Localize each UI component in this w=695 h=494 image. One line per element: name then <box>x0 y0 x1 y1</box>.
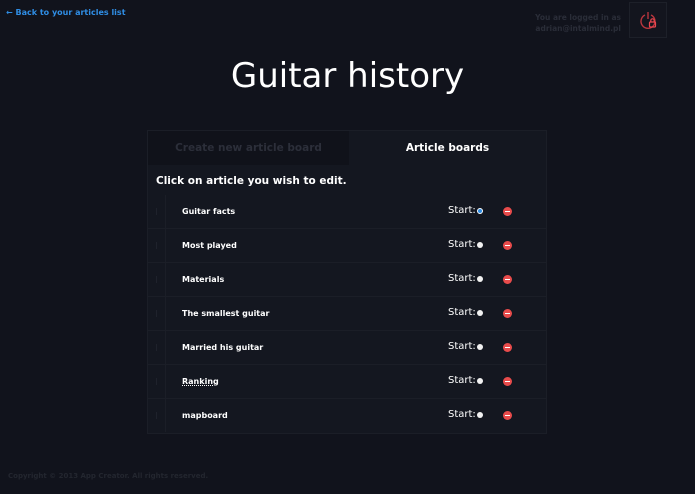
tab-bar: Create new article board Article boards <box>148 131 546 165</box>
drag-handle-icon[interactable] <box>148 263 166 296</box>
tab-create-new-article-board[interactable]: Create new article board <box>148 131 349 165</box>
article-row[interactable]: The smallest guitar Start: <box>148 297 546 331</box>
login-info: You are logged in as adrian@intalmind.pl <box>535 12 621 34</box>
article-row[interactable]: Married his guitar Start: <box>148 331 546 365</box>
article-title[interactable]: The smallest guitar <box>182 309 269 318</box>
delete-icon[interactable] <box>503 241 512 250</box>
article-row[interactable]: Most played Start: <box>148 229 546 263</box>
start-radio[interactable] <box>477 208 483 214</box>
login-label: You are logged in as <box>535 13 621 22</box>
start-label: Start: <box>448 205 476 216</box>
delete-icon[interactable] <box>503 309 512 318</box>
page-title: Guitar history <box>230 56 465 96</box>
delete-icon[interactable] <box>503 207 512 216</box>
start-label: Start: <box>448 341 476 352</box>
start-label: Start: <box>448 375 476 386</box>
start-label: Start: <box>448 239 476 250</box>
drag-handle-icon[interactable] <box>148 297 166 330</box>
article-title[interactable]: Ranking <box>182 377 219 386</box>
copyright-footer: Copyright © 2013 App Creator. All rights… <box>8 472 209 480</box>
tab-article-boards[interactable]: Article boards <box>349 131 546 165</box>
article-panel: Create new article board Article boards … <box>147 130 547 434</box>
start-radio[interactable] <box>477 310 483 316</box>
drag-handle-icon[interactable] <box>148 399 166 432</box>
drag-handle-icon[interactable] <box>148 331 166 364</box>
article-title[interactable]: Most played <box>182 241 237 250</box>
login-email: adrian@intalmind.pl <box>535 24 621 33</box>
delete-icon[interactable] <box>503 275 512 284</box>
article-title[interactable]: Materials <box>182 275 224 284</box>
article-row[interactable]: Materials Start: <box>148 263 546 297</box>
start-radio[interactable] <box>477 276 483 282</box>
article-row[interactable]: Ranking Start: <box>148 365 546 399</box>
logout-button[interactable] <box>629 2 667 38</box>
start-radio[interactable] <box>477 378 483 384</box>
article-title[interactable]: mapboard <box>182 411 228 420</box>
article-title[interactable]: Married his guitar <box>182 343 263 352</box>
start-label: Start: <box>448 273 476 284</box>
start-label: Start: <box>448 307 476 318</box>
drag-handle-icon[interactable] <box>148 365 166 398</box>
start-radio[interactable] <box>477 242 483 248</box>
power-lock-icon <box>640 12 657 30</box>
article-row[interactable]: mapboard Start: <box>148 399 546 433</box>
article-row[interactable]: Guitar facts Start: <box>148 195 546 229</box>
start-radio[interactable] <box>477 344 483 350</box>
drag-handle-icon[interactable] <box>148 229 166 262</box>
instruction-text: Click on article you wish to edit. <box>156 175 347 187</box>
article-title[interactable]: Guitar facts <box>182 207 235 216</box>
drag-handle-icon[interactable] <box>148 195 166 228</box>
start-label: Start: <box>448 409 476 420</box>
start-radio[interactable] <box>477 412 483 418</box>
delete-icon[interactable] <box>503 343 512 352</box>
delete-icon[interactable] <box>503 377 512 386</box>
article-list: Guitar facts Start: Most played Start: M… <box>148 195 546 433</box>
delete-icon[interactable] <box>503 411 512 420</box>
back-to-articles-link[interactable]: ← Back to your articles list <box>6 8 126 17</box>
